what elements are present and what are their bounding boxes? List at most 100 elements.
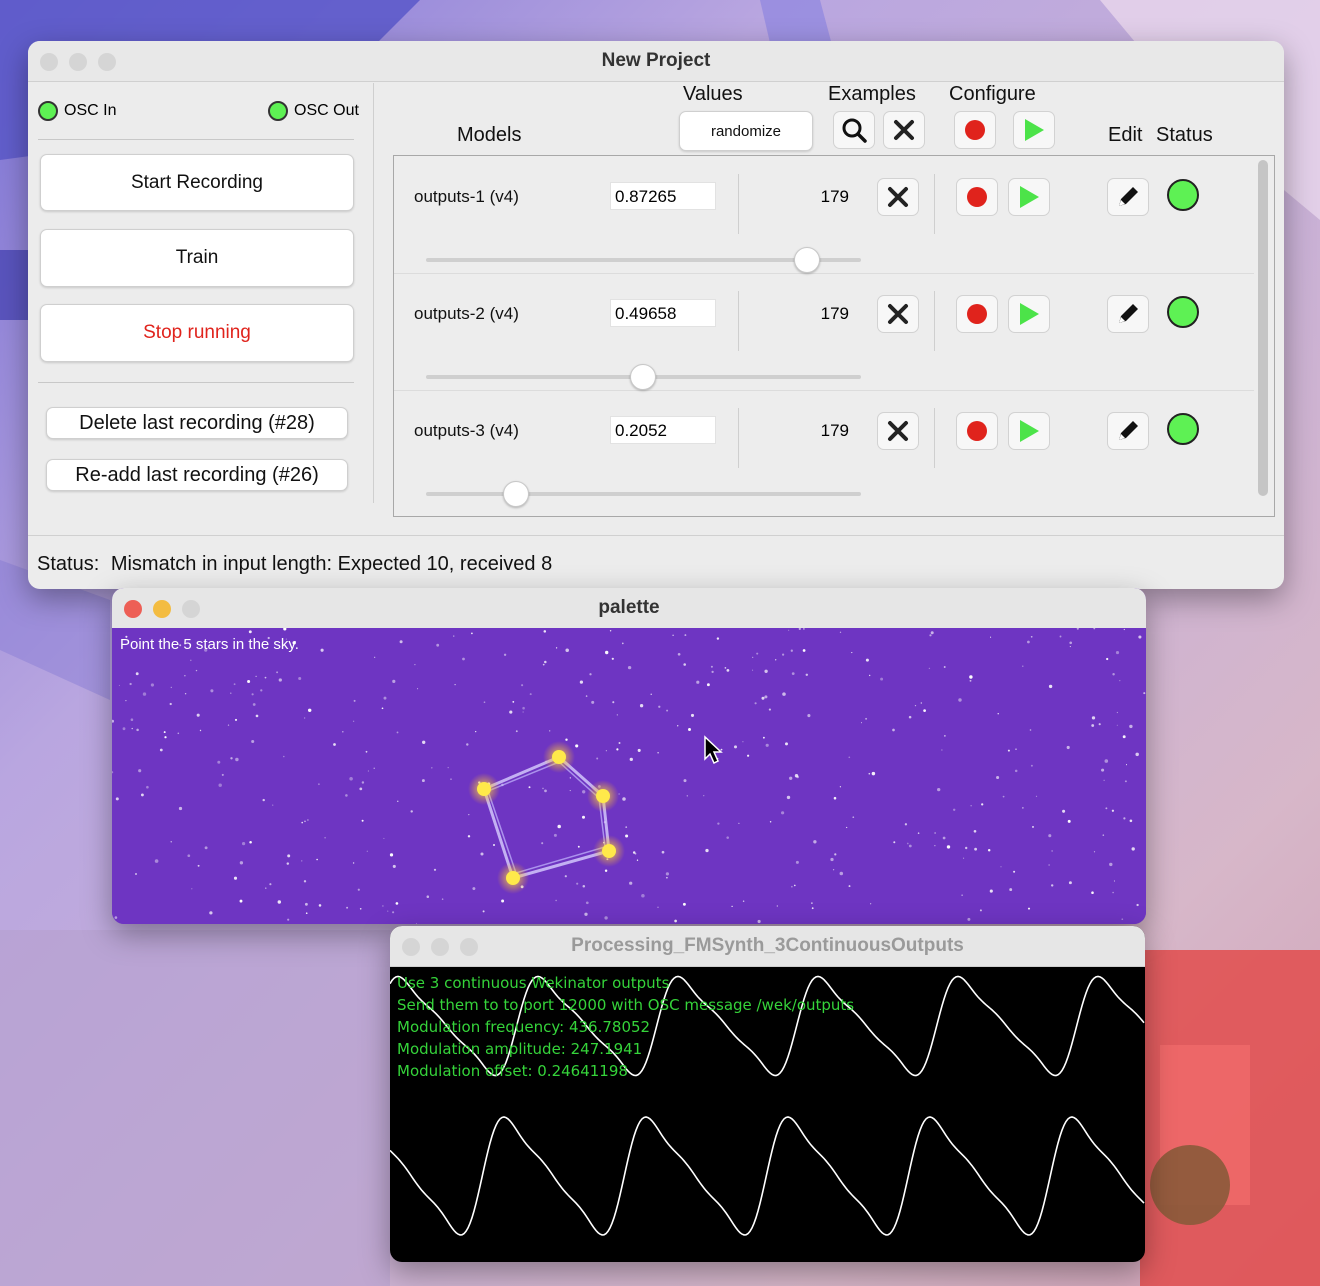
palette-window: palette Point the 5 stars in the sky. [112,588,1146,924]
slider-knob[interactable] [793,247,820,273]
close-icon [888,421,908,441]
delete-model-examples-button[interactable] [877,295,919,333]
slider-knob[interactable] [630,364,656,390]
zoom-window-button[interactable] [460,938,478,956]
column-separator [738,408,739,468]
column-separator [934,291,935,351]
run-model-button[interactable] [1008,178,1050,216]
status-header: Status [1156,124,1213,146]
status-divider [28,535,1284,536]
synth-info-text: Use 3 continuous Wekinator outputs Send … [397,972,854,1082]
close-window-button[interactable] [40,53,58,71]
train-button[interactable]: Train [40,229,354,287]
model-row: outputs-1 (v4) 0.87265 179 [394,156,1254,274]
synth-info-line: Send them to to port 12000 with OSC mess… [397,996,855,1014]
synth-info-line: Modulation offset: 0.24641198 [397,1062,628,1080]
example-count: 179 [820,304,849,323]
starry-sky-canvas[interactable] [112,628,1146,924]
zoom-window-button[interactable] [98,53,116,71]
model-value-field[interactable]: 0.87265 [610,182,716,210]
models-scrollbar[interactable] [1258,160,1268,496]
record-model-button[interactable] [956,178,998,216]
randomize-button[interactable]: randomize [679,111,813,151]
model-status-indicator [1167,296,1199,328]
record-icon [965,120,985,140]
record-model-button[interactable] [956,412,998,450]
synth-titlebar[interactable]: Processing_FMSynth_3ContinuousOutputs [390,926,1145,967]
synth-info-line: Modulation frequency: 436.78052 [397,1018,651,1036]
palette-instruction: Point the 5 stars in the sky. [120,636,299,653]
record-icon [967,187,987,207]
model-status-indicator [1167,413,1199,445]
search-icon [842,118,867,143]
star[interactable] [552,750,566,764]
models-header: Models [457,124,522,146]
column-separator [738,291,739,351]
example-count: 179 [820,421,849,440]
close-window-button[interactable] [402,938,420,956]
window-controls [402,938,478,956]
edit-model-button[interactable] [1107,412,1149,450]
star[interactable] [602,844,616,858]
zoom-window-button[interactable] [182,600,200,618]
readd-last-recording-button[interactable]: Re-add last recording (#26) [46,459,348,491]
record-all-button[interactable] [954,111,996,149]
model-name: outputs-3 (v4) [414,421,519,440]
model-value-slider[interactable] [426,364,861,390]
model-name: outputs-1 (v4) [414,187,519,206]
model-value-field[interactable]: 0.2052 [610,416,716,444]
column-separator [738,174,739,234]
delete-model-examples-button[interactable] [877,412,919,450]
model-value-field[interactable]: 0.49658 [610,299,716,327]
delete-model-examples-button[interactable] [877,178,919,216]
delete-last-recording-button[interactable]: Delete last recording (#28) [46,407,348,439]
minimize-window-button[interactable] [69,53,87,71]
window-title: Processing_FMSynth_3ContinuousOutputs [571,935,964,956]
divider [38,139,354,140]
slider-knob[interactable] [503,481,530,507]
pencil-icon [1119,304,1138,323]
run-model-button[interactable] [1008,412,1050,450]
minimize-window-button[interactable] [153,600,171,618]
star[interactable] [477,782,491,796]
status-message: Mismatch in input length: Expected 10, r… [110,553,553,575]
delete-all-examples-button[interactable] [883,111,925,149]
example-count: 179 [820,187,849,206]
osc-out-status-icon [268,101,288,121]
play-icon [1020,303,1039,325]
window-title: palette [598,597,660,618]
close-icon [894,120,914,140]
run-all-button[interactable] [1013,111,1055,149]
panel-separator [373,83,374,503]
wekinator-titlebar[interactable]: New Project [28,41,1284,82]
window-controls [40,53,116,71]
start-recording-button[interactable]: Start Recording [40,154,354,211]
minimize-window-button[interactable] [431,938,449,956]
model-status-indicator [1167,179,1199,211]
edit-model-button[interactable] [1107,178,1149,216]
values-header: Values [683,83,743,105]
status-bar: Status: Mismatch in input length: Expect… [37,553,552,576]
model-value-slider[interactable] [426,247,861,273]
record-icon [967,421,987,441]
close-window-button[interactable] [124,600,142,618]
pencil-icon [1119,421,1138,440]
star[interactable] [596,789,610,803]
stop-running-button[interactable]: Stop running [40,304,354,362]
configure-header: Configure [949,83,1036,105]
osc-in-indicator: OSC In [38,101,116,121]
search-examples-button[interactable] [833,111,875,149]
window-title: New Project [601,50,711,71]
palette-titlebar[interactable]: palette [112,588,1146,629]
osc-in-status-icon [38,101,58,121]
synth-window: Processing_FMSynth_3ContinuousOutputs Us… [390,926,1145,1262]
record-model-button[interactable] [956,295,998,333]
edit-model-button[interactable] [1107,295,1149,333]
star[interactable] [506,871,520,885]
model-value-slider[interactable] [426,481,861,507]
play-icon [1020,420,1039,442]
status-label: Status: [37,553,100,575]
models-list[interactable]: outputs-1 (v4) 0.87265 179 outputs-2 (v4… [393,155,1275,517]
run-model-button[interactable] [1008,295,1050,333]
column-separator [934,174,935,234]
